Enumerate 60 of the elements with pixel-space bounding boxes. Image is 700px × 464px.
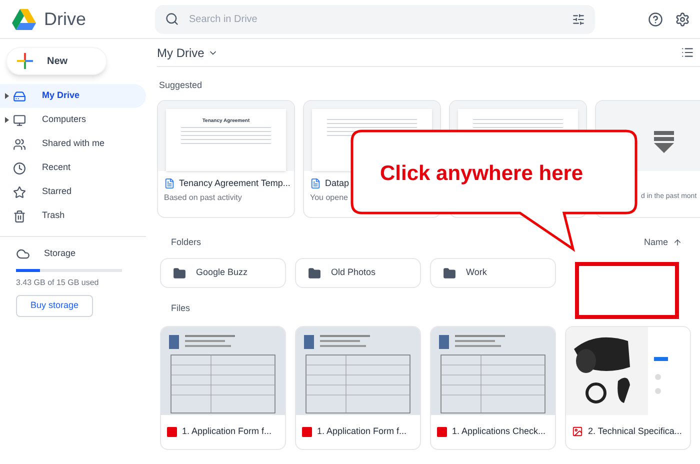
file-card[interactable]: 1. Applications Check... (430, 326, 556, 450)
search-icon (165, 12, 179, 26)
buy-storage-button[interactable]: Buy storage (16, 295, 93, 317)
filter-icon[interactable] (572, 12, 585, 26)
file-card[interactable]: 1. Application Form f... (160, 326, 286, 450)
file-title: Tenancy Agreement Temp... (179, 176, 290, 190)
new-button[interactable]: New (6, 47, 107, 75)
clock-icon (13, 162, 26, 174)
storage-usage: 3.43 GB of 15 GB used (16, 277, 100, 289)
section-label: Files (171, 302, 192, 315)
nav-item[interactable]: Trash (0, 204, 146, 228)
expand-arrow-icon[interactable] (4, 117, 8, 123)
section-label: Folders (171, 236, 202, 248)
arrow-up-icon (673, 238, 682, 247)
drive-logo-icon (12, 8, 36, 30)
nav-item[interactable]: My Drive (0, 84, 146, 108)
folder-icon (443, 266, 456, 280)
people-icon (13, 138, 26, 150)
cloud-icon (16, 247, 30, 261)
app-name: Drive (44, 8, 86, 30)
image-icon (572, 426, 583, 438)
folder-icon (308, 266, 321, 280)
expand-arrow-icon[interactable] (4, 93, 8, 99)
nav-item[interactable]: Starred (0, 180, 146, 204)
callout-text: Click anywhere here (380, 161, 584, 187)
file-name: 2. Technical Specifica... (588, 425, 682, 438)
folder-card[interactable]: Old Photos (295, 258, 421, 288)
search-input[interactable]: Search in Drive (189, 12, 562, 26)
nav-item[interactable]: Recent (0, 156, 146, 180)
file-name: 1. Application Form f... (182, 425, 272, 438)
list-view-icon[interactable] (681, 46, 694, 59)
trash-icon (13, 210, 26, 222)
file-card[interactable]: 1. Application Form f... (295, 326, 421, 450)
section-label: Suggested (159, 79, 204, 92)
pdf-icon (167, 426, 177, 437)
pdf-icon (302, 426, 312, 437)
folder-card[interactable]: Google Buzz (160, 258, 286, 288)
storage-label: Storage (44, 247, 76, 260)
folder-card[interactable]: Work (430, 258, 556, 288)
file-name: 1. Application Form f... (317, 425, 407, 438)
file-title: Datap (325, 176, 350, 190)
plus-icon (17, 53, 33, 69)
sort-control[interactable]: Name (644, 236, 682, 249)
drive-icon (13, 90, 26, 102)
my-drive-dropdown[interactable]: My Drive (157, 44, 218, 62)
document-icon (164, 178, 175, 189)
folder-icon (173, 266, 186, 280)
suggestion-reason: You opene (310, 192, 349, 204)
nav-item[interactable]: Shared with me (0, 132, 146, 156)
monitor-icon (13, 114, 26, 126)
file-card[interactable]: 2. Technical Specifica... (565, 326, 691, 450)
star-icon (13, 186, 26, 198)
suggestion-reason: Based on past activity (164, 192, 243, 204)
search-field[interactable]: Search in Drive (155, 4, 595, 34)
file-name: 1. Applications Check... (452, 425, 546, 438)
settings-icon[interactable] (675, 12, 690, 26)
pdf-icon (437, 426, 447, 437)
document-icon (310, 178, 321, 189)
nav-item[interactable]: Computers (0, 108, 146, 132)
help-icon[interactable] (648, 12, 663, 26)
